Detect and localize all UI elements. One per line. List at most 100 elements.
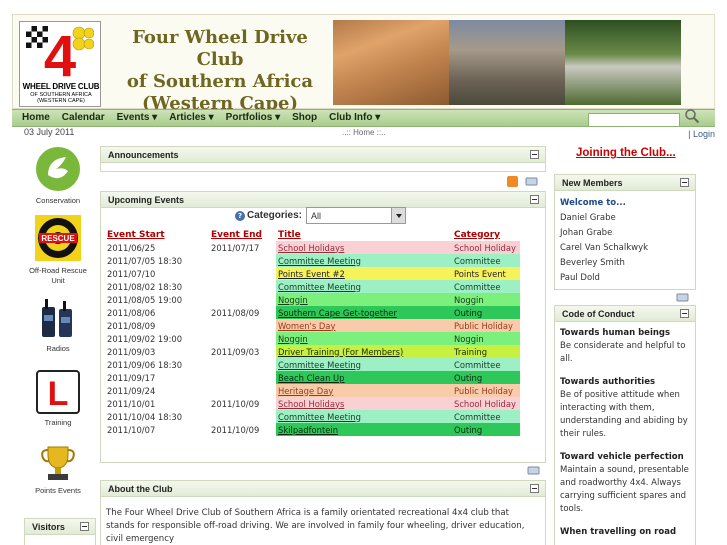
collapse-icon[interactable] — [530, 195, 539, 204]
event-title-cell[interactable]: Women's Day — [276, 319, 452, 332]
event-title-cell[interactable]: Noggin — [276, 332, 452, 345]
collapse-icon[interactable] — [680, 178, 689, 187]
nav-item-6[interactable]: Club Info ▾ — [329, 112, 380, 123]
member-name: Johan Grabe — [560, 228, 613, 238]
member-name: Daniel Grabe — [560, 213, 616, 223]
event-title-cell[interactable]: Southern Cape Get-together — [276, 306, 452, 319]
feed-settings-icon[interactable] — [676, 292, 689, 303]
sidebar-item-label: Points Events — [35, 486, 81, 495]
club-logo-icon: 4 — [26, 26, 94, 78]
sidebar-item-points[interactable]: Points Events — [20, 441, 96, 495]
join-club-link[interactable]: Joining the Club... — [576, 147, 676, 159]
search-input[interactable] — [588, 113, 680, 127]
visitors-title: Visitors — [25, 519, 95, 535]
event-title-cell[interactable]: Driver Training (For Members) — [276, 345, 452, 358]
about-title: About the Club — [101, 481, 545, 497]
event-start-cell: 2011/10/01 — [107, 398, 156, 409]
event-title-cell[interactable]: Heritage Day — [276, 384, 452, 397]
header-event-start[interactable]: Event Start — [105, 228, 209, 241]
table-row: 2011/06/25 2011/07/17 School Holidays Schoo… — [105, 241, 520, 254]
event-category-cell: Committee — [452, 410, 520, 423]
event-title-cell[interactable]: Points Event #2 — [276, 267, 452, 280]
help-icon[interactable]: ? — [235, 211, 245, 221]
sidebar-item-label: Training — [44, 418, 72, 427]
event-start-cell: 2011/09/02 19:00 — [107, 333, 183, 344]
upcoming-events-title: Upcoming Events — [101, 192, 545, 208]
nav-item-3[interactable]: Articles ▾ — [169, 112, 213, 123]
header-event-end[interactable]: Event End — [209, 228, 276, 241]
event-title-cell[interactable]: Noggin — [276, 293, 452, 306]
event-category-cell: Training — [452, 345, 520, 358]
event-title-cell[interactable]: Beach Clean Up — [276, 371, 452, 384]
rss-icon[interactable] — [507, 176, 518, 187]
categories-select[interactable]: All — [306, 207, 406, 224]
code-of-conduct-text: Towards human beings Be considerate and h… — [555, 322, 695, 545]
event-title-cell[interactable]: Committee Meeting — [276, 410, 452, 423]
feed-settings-icon[interactable] — [527, 465, 540, 476]
event-category-cell: Points Event — [452, 267, 520, 280]
sidebar-item-radios[interactable]: Radios — [20, 297, 96, 353]
svg-text:RESCUE: RESCUE — [41, 234, 75, 243]
feed-settings-icon[interactable] — [525, 176, 538, 187]
table-row: 2011/08/09 Women's Day Public Holiday — [105, 319, 520, 332]
header-title[interactable]: Title — [276, 228, 452, 241]
new-members-title: New Members — [555, 175, 695, 191]
banner-photo-mountains — [449, 20, 565, 105]
sidebar-item-conservation[interactable]: Conservation — [20, 145, 96, 205]
conduct-item: Towards human beings Be considerate and h… — [560, 328, 686, 364]
event-title-cell[interactable]: Committee Meeting — [276, 280, 452, 293]
event-start-cell: 2011/09/24 — [107, 385, 156, 396]
breadcrumb[interactable]: ..:: Home ::.. — [342, 128, 386, 137]
login-link[interactable]: | Login — [688, 129, 715, 139]
nav-item-1[interactable]: Calendar — [62, 112, 105, 123]
table-row: 2011/08/05 19:00 Noggin Noggin — [105, 293, 520, 306]
table-row: 2011/07/10 Points Event #2 Points Event — [105, 267, 520, 280]
event-title-cell[interactable]: Skilpadfontein — [276, 423, 452, 436]
collapse-icon[interactable] — [530, 484, 539, 493]
sidebar-item-rescue[interactable]: RESCUE Off-Road Rescue Unit — [20, 213, 96, 286]
nav-item-5[interactable]: Shop — [292, 112, 317, 123]
header-category[interactable]: Category — [452, 228, 520, 241]
event-title-cell[interactable]: Committee Meeting — [276, 358, 452, 371]
nav-item-0[interactable]: Home — [22, 112, 50, 123]
member-name: Beverley Smith — [560, 258, 625, 268]
event-end-cell: 2011/10/09 — [211, 424, 260, 435]
categories-selected-value: All — [311, 211, 322, 221]
event-category-cell: Outing — [452, 423, 520, 436]
search-icon[interactable] — [684, 108, 700, 124]
event-title-cell[interactable]: School Holidays — [276, 241, 452, 254]
banner-photo-dunes — [333, 20, 449, 105]
event-start-cell: 2011/09/17 — [107, 372, 156, 383]
table-row: 2011/09/24 Heritage Day Public Holiday — [105, 384, 520, 397]
collapse-icon[interactable] — [80, 522, 89, 531]
event-title-cell[interactable]: Committee Meeting — [276, 254, 452, 267]
events-table: Event Start Event End Title Category 201… — [105, 228, 520, 436]
event-end-cell — [209, 410, 276, 423]
event-category-cell: Public Holiday — [452, 384, 520, 397]
rescue-unit-icon: RESCUE — [35, 215, 81, 261]
event-end-cell: 2011/07/17 — [211, 242, 260, 253]
event-title-cell[interactable]: School Holidays — [276, 397, 452, 410]
event-category-cell: Committee — [452, 280, 520, 293]
nav-item-4[interactable]: Portfolios ▾ — [226, 112, 280, 123]
trophy-icon — [41, 446, 75, 480]
sidebar-item-label: Off-Road Rescue Unit — [29, 266, 87, 285]
event-category-cell: Committee — [452, 358, 520, 371]
event-end-cell — [209, 384, 276, 397]
collapse-icon[interactable] — [680, 309, 689, 318]
nav-item-2[interactable]: Events ▾ — [117, 112, 158, 123]
event-category-cell: Committee — [452, 254, 520, 267]
svg-text:L: L — [48, 375, 69, 413]
event-end-cell — [209, 319, 276, 332]
sidebar-item-training[interactable]: L Training — [20, 369, 96, 427]
code-of-conduct-title: Code of Conduct — [555, 306, 695, 322]
collapse-icon[interactable] — [530, 150, 539, 159]
conduct-item: Toward vehicle perfection Maintain a soun… — [560, 452, 689, 514]
event-end-cell — [209, 267, 276, 280]
event-category-cell: Public Holiday — [452, 319, 520, 332]
site-header: 4 WHEEL DRIVE CLUB OF SOUTHERN AFRICA (W… — [12, 14, 715, 114]
new-members-panel: New Members Welcome to... Daniel Grabe Jo… — [554, 174, 696, 290]
upcoming-events-panel: Upcoming Events ? Categories: All Event … — [100, 191, 546, 463]
table-header-row: Event Start Event End Title Category — [105, 228, 520, 241]
club-logo[interactable]: 4 WHEEL DRIVE CLUB OF SOUTHERN AFRICA (W… — [19, 21, 101, 107]
